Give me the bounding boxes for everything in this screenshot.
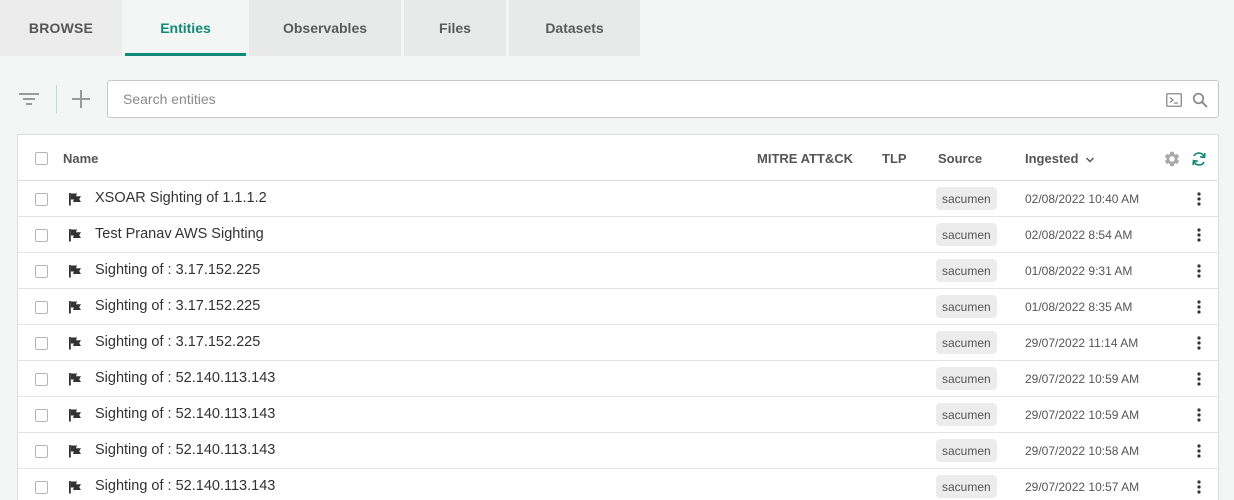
column-header-ingested-label: Ingested [1025, 151, 1079, 166]
filter-icon[interactable] [18, 89, 40, 109]
entity-name[interactable]: Sighting of : 52.140.113.143 [95, 478, 275, 494]
ingested-date: 01/08/2022 9:31 AM [1025, 264, 1133, 278]
entities-table: Name MITRE ATT&CK TLP Source Ingested XS… [17, 134, 1219, 500]
ingested-date: 29/07/2022 10:58 AM [1025, 444, 1140, 458]
kebab-menu-icon[interactable] [1194, 263, 1204, 279]
source-badge: sacumen [936, 259, 997, 282]
source-badge: sacumen [936, 223, 997, 246]
entity-name[interactable]: Sighting of : 52.140.113.143 [95, 406, 275, 422]
kebab-menu-icon[interactable] [1194, 227, 1204, 243]
table-row[interactable]: Test Pranav AWS Sighting sacumen 02/08/2… [18, 217, 1218, 253]
flag-icon [69, 301, 81, 314]
kebab-menu-icon[interactable] [1194, 407, 1204, 423]
tab-observables[interactable]: Observables [249, 0, 401, 56]
entity-name[interactable]: XSOAR Sighting of 1.1.1.2 [95, 190, 267, 206]
entity-name[interactable]: Sighting of : 52.140.113.143 [95, 370, 275, 386]
ingested-date: 02/08/2022 10:40 AM [1025, 192, 1140, 206]
ingested-date: 29/07/2022 10:59 AM [1025, 408, 1140, 422]
table-row[interactable]: Sighting of : 52.140.113.143 sacumen 29/… [18, 361, 1218, 397]
row-checkbox[interactable] [35, 409, 48, 422]
console-icon[interactable] [1166, 93, 1182, 107]
refresh-icon[interactable] [1190, 150, 1208, 168]
ingested-date: 29/07/2022 10:57 AM [1025, 480, 1140, 494]
row-checkbox[interactable] [35, 373, 48, 386]
column-header-source[interactable]: Source [938, 151, 982, 166]
column-header-mitre[interactable]: MITRE ATT&CK [757, 151, 853, 166]
flag-icon [69, 481, 81, 494]
row-checkbox[interactable] [35, 445, 48, 458]
entity-name[interactable]: Sighting of : 52.140.113.143 [95, 442, 275, 458]
tab-datasets[interactable]: Datasets [509, 0, 640, 56]
column-header-ingested[interactable]: Ingested [1025, 151, 1095, 166]
table-header: Name MITRE ATT&CK TLP Source Ingested [18, 135, 1218, 181]
table-row[interactable]: Sighting of : 52.140.113.143 sacumen 29/… [18, 397, 1218, 433]
table-row[interactable]: Sighting of : 3.17.152.225 sacumen 01/08… [18, 289, 1218, 325]
row-checkbox[interactable] [35, 193, 48, 206]
table-row[interactable]: Sighting of : 52.140.113.143 sacumen 29/… [18, 433, 1218, 469]
flag-icon [69, 373, 81, 386]
column-header-tlp[interactable]: TLP [882, 151, 907, 166]
entity-name[interactable]: Sighting of : 3.17.152.225 [95, 298, 260, 314]
entity-name[interactable]: Sighting of : 3.17.152.225 [95, 334, 260, 350]
row-checkbox[interactable] [35, 301, 48, 314]
tab-browse[interactable]: BROWSE [0, 0, 122, 56]
gear-icon[interactable] [1163, 150, 1181, 168]
source-badge: sacumen [936, 367, 997, 390]
source-badge: sacumen [936, 187, 997, 210]
search-box [107, 80, 1219, 118]
kebab-menu-icon[interactable] [1194, 443, 1204, 459]
table-row[interactable]: Sighting of : 3.17.152.225 sacumen 29/07… [18, 325, 1218, 361]
select-all-checkbox[interactable] [35, 152, 48, 165]
row-checkbox[interactable] [35, 265, 48, 278]
table-row[interactable]: XSOAR Sighting of 1.1.1.2 sacumen 02/08/… [18, 181, 1218, 217]
source-badge: sacumen [936, 295, 997, 318]
tab-bar: BROWSE Entities Observables Files Datase… [0, 0, 1234, 56]
tab-files[interactable]: Files [404, 0, 506, 56]
entity-name[interactable]: Test Pranav AWS Sighting [95, 226, 264, 242]
flag-icon [69, 337, 81, 350]
ingested-date: 29/07/2022 11:14 AM [1025, 336, 1139, 350]
table-row[interactable]: Sighting of : 52.140.113.143 sacumen 29/… [18, 469, 1218, 500]
flag-icon [69, 229, 81, 242]
ingested-date: 01/08/2022 8:35 AM [1025, 300, 1133, 314]
row-checkbox[interactable] [35, 337, 48, 350]
source-badge: sacumen [936, 331, 997, 354]
entity-name[interactable]: Sighting of : 3.17.152.225 [95, 262, 260, 278]
chevron-down-icon [1086, 157, 1095, 163]
table-row[interactable]: Sighting of : 3.17.152.225 sacumen 01/08… [18, 253, 1218, 289]
flag-icon [69, 193, 81, 206]
row-checkbox[interactable] [35, 229, 48, 242]
kebab-menu-icon[interactable] [1194, 371, 1204, 387]
toolbar-divider [56, 85, 57, 113]
flag-icon [69, 265, 81, 278]
plus-icon[interactable] [70, 88, 92, 110]
source-badge: sacumen [936, 403, 997, 426]
ingested-date: 29/07/2022 10:59 AM [1025, 372, 1140, 386]
kebab-menu-icon[interactable] [1194, 335, 1204, 351]
flag-icon [69, 445, 81, 458]
source-badge: sacumen [936, 439, 997, 462]
ingested-date: 02/08/2022 8:54 AM [1025, 228, 1133, 242]
flag-icon [69, 409, 81, 422]
source-badge: sacumen [936, 475, 997, 498]
search-input[interactable] [108, 81, 1148, 117]
kebab-menu-icon[interactable] [1194, 191, 1204, 207]
column-header-name[interactable]: Name [63, 151, 98, 166]
kebab-menu-icon[interactable] [1194, 479, 1204, 495]
search-icon[interactable] [1192, 92, 1208, 108]
kebab-menu-icon[interactable] [1194, 299, 1204, 315]
tab-entities[interactable]: Entities [125, 0, 246, 56]
row-checkbox[interactable] [35, 481, 48, 494]
